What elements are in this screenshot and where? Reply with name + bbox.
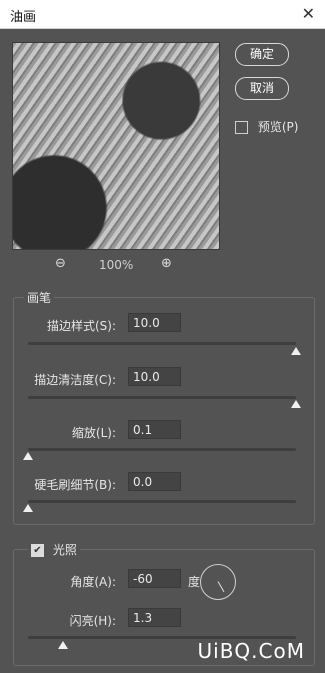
watermark: UiBQ.CoM <box>197 639 305 663</box>
lighting-checkbox[interactable]: ✔ <box>31 544 44 557</box>
stroke-clean-label: 描边清洁度(C): <box>34 373 116 387</box>
brush-group-title: 画笔 <box>24 289 55 306</box>
lighting-group-title: 光照 <box>52 543 77 557</box>
stroke-style-track[interactable] <box>28 342 296 345</box>
angle-label: 角度(A): <box>70 575 116 589</box>
shine-input[interactable]: 1.3 <box>128 608 181 627</box>
shine-label: 闪亮(H): <box>69 614 116 628</box>
zoom-in-icon[interactable]: ⊕ <box>161 256 172 271</box>
stroke-clean-input[interactable]: 10.0 <box>128 367 181 386</box>
stroke-style-label: 描边样式(S): <box>46 319 116 333</box>
preview-checkbox[interactable] <box>235 121 248 134</box>
angle-dial-hand <box>217 581 225 593</box>
angle-input[interactable]: -60 <box>128 569 181 588</box>
angle-unit: 度 <box>188 575 201 589</box>
bristle-detail-label: 硬毛刷细节(B): <box>34 478 116 492</box>
preview-toggle[interactable]: 预览(P) <box>235 118 298 135</box>
stroke-style-slider-thumb[interactable] <box>291 347 301 355</box>
ok-button[interactable]: 确定 <box>235 43 289 66</box>
window-title: 油画 <box>10 10 37 25</box>
title-bar: 油画 ✕ <box>0 0 325 29</box>
scale-track[interactable] <box>28 448 296 451</box>
cancel-button[interactable]: 取消 <box>235 77 289 100</box>
zoom-level: 100% <box>99 258 134 272</box>
scale-input[interactable]: 0.1 <box>128 420 181 439</box>
bristle-detail-input[interactable]: 0.0 <box>128 472 181 491</box>
preview-label: 预览(P) <box>257 120 299 134</box>
stroke-clean-slider-thumb[interactable] <box>291 400 301 408</box>
preview-image[interactable] <box>12 42 220 250</box>
lighting-toggle[interactable]: ✔ 光照 <box>28 541 80 558</box>
stroke-style-input[interactable]: 10.0 <box>128 313 181 332</box>
angle-dial[interactable] <box>200 564 236 600</box>
bristle-detail-track[interactable] <box>28 500 296 503</box>
zoom-out-icon[interactable]: ⊖ <box>55 256 66 271</box>
close-icon[interactable]: ✕ <box>302 4 315 23</box>
scale-slider-thumb[interactable] <box>23 452 33 460</box>
stroke-clean-track[interactable] <box>28 396 296 399</box>
bristle-detail-slider-thumb[interactable] <box>23 504 33 512</box>
scale-label: 缩放(L): <box>71 426 116 440</box>
zoom-bar: ⊖ 100% ⊕ <box>55 256 185 274</box>
shine-slider-thumb[interactable] <box>58 641 68 649</box>
